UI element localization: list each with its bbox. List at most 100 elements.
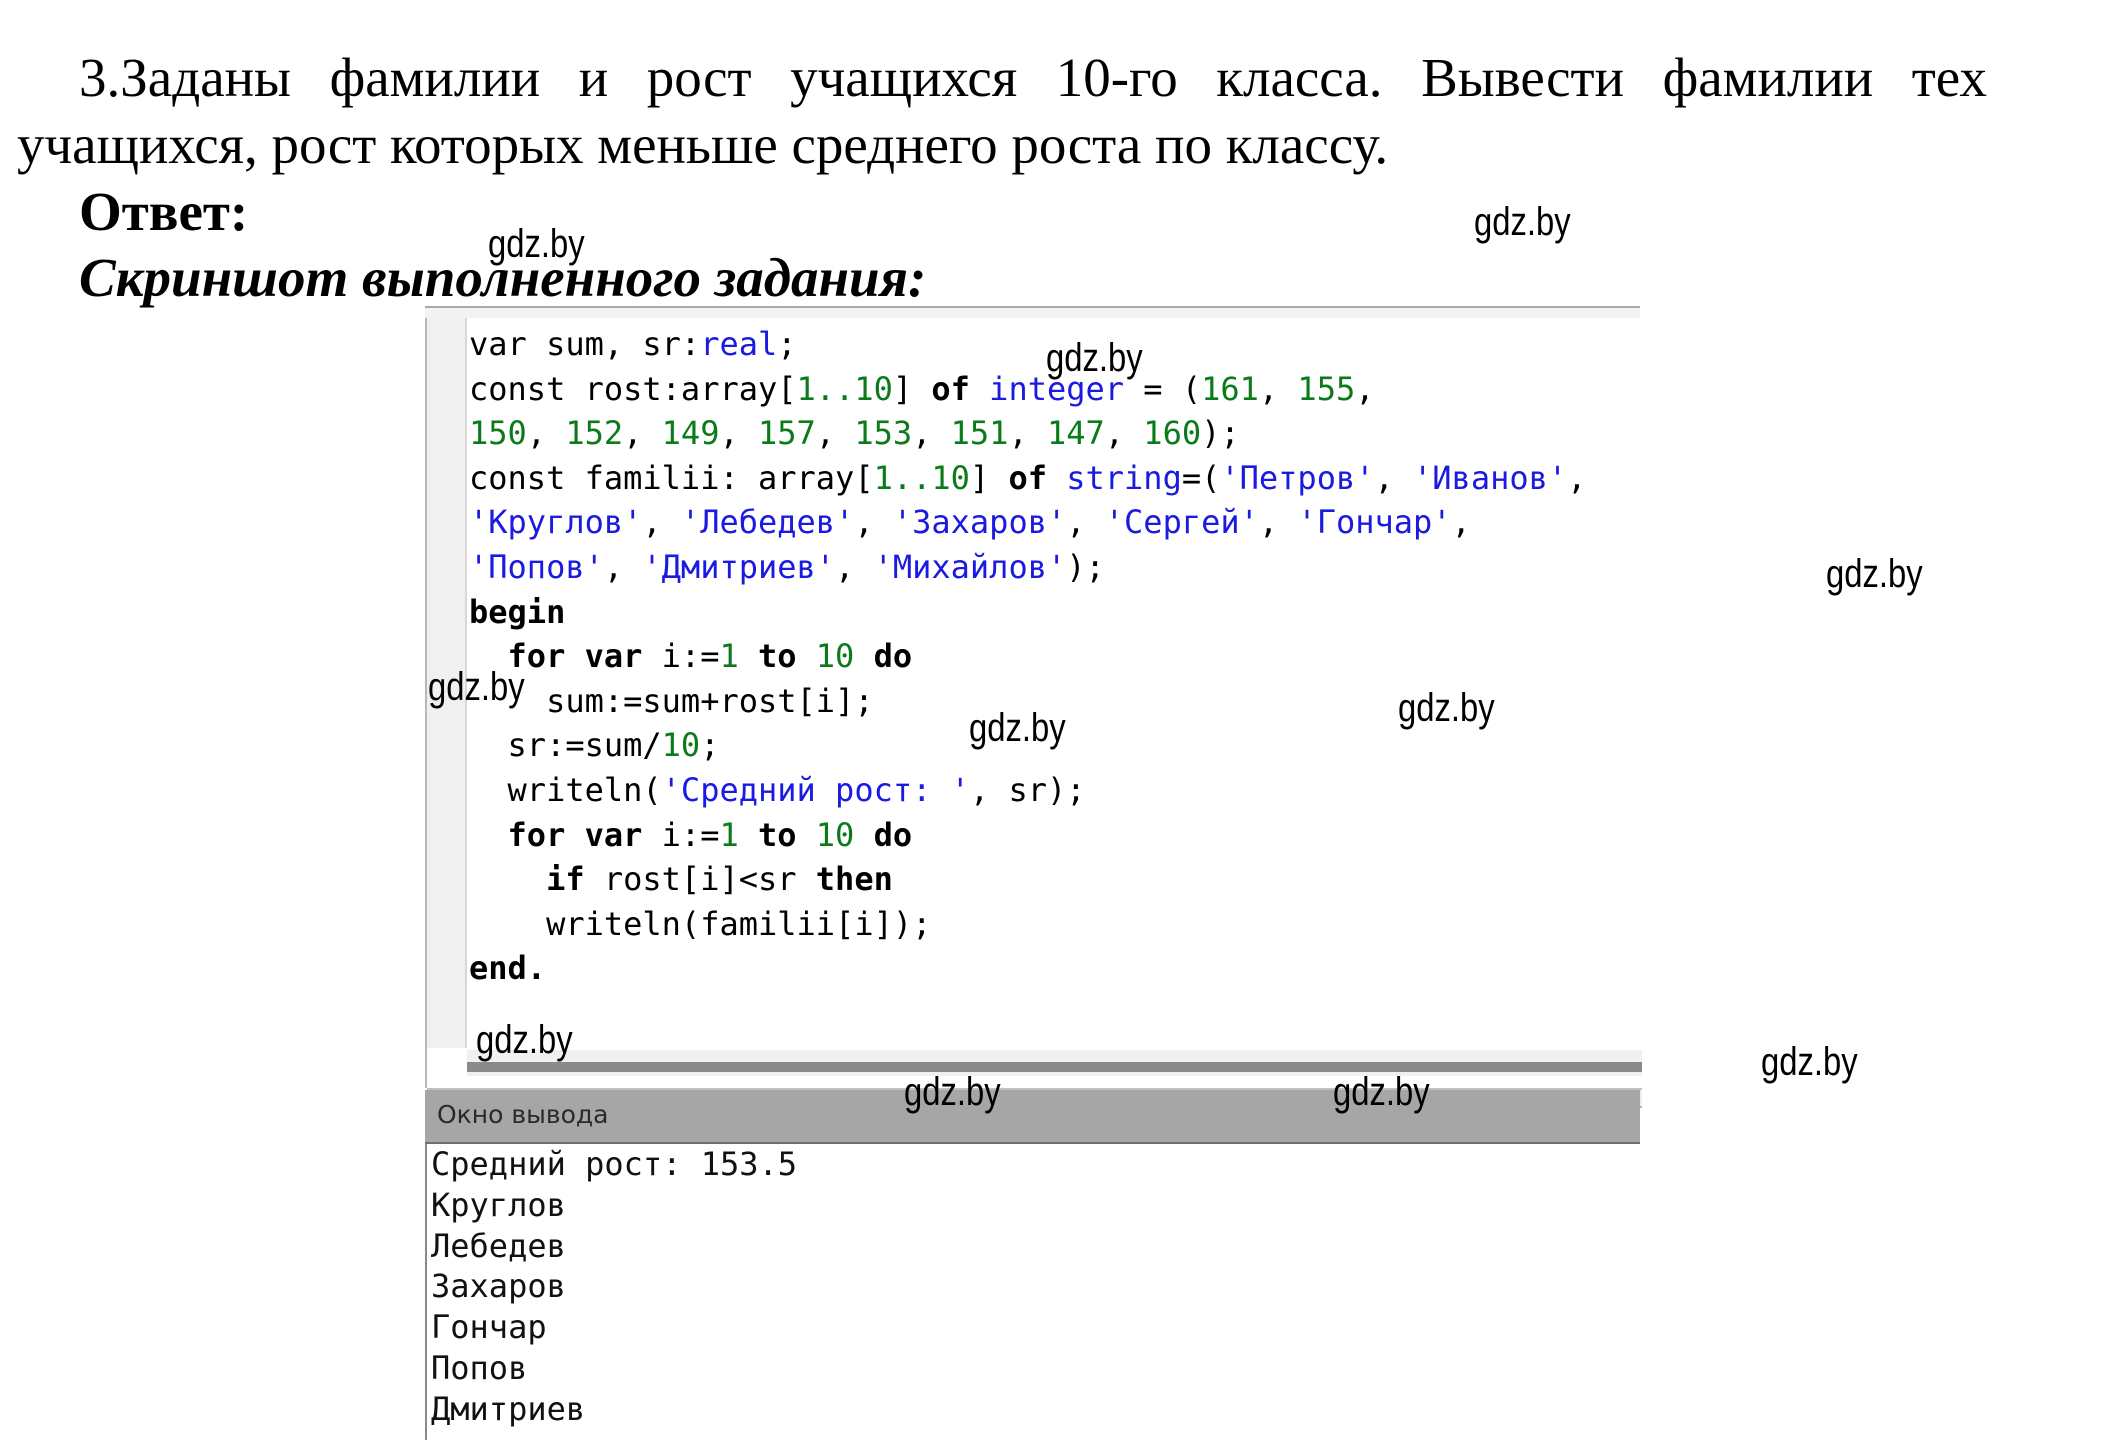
code-token-kw: then: [815, 860, 893, 899]
output-line: Средний рост: 153.5: [431, 1145, 798, 1183]
code-token: ,: [1451, 503, 1471, 542]
watermark: gdz.by: [428, 665, 525, 709]
code-token-num: 160: [1143, 414, 1202, 453]
code-line[interactable]: 'Круглов', 'Лебедев', 'Захаров', 'Сергей…: [469, 500, 1586, 545]
code-token: ;: [777, 325, 797, 363]
code-token-str: 'Сергей': [1104, 503, 1259, 542]
code-token-num: 1..10: [796, 369, 893, 408]
code-token: ,: [623, 414, 662, 453]
task-line-1: 3.Заданы фамилии и рост учащихся 10-го к…: [79, 47, 1987, 108]
code-token-num: 10: [815, 637, 855, 676]
code-line[interactable]: var sum, sr:real;: [469, 322, 1586, 367]
code-token-num: 147: [1046, 414, 1105, 453]
code-token-kw: end.: [469, 949, 547, 988]
code-token: ,: [854, 503, 893, 542]
code-token: ,: [1567, 458, 1587, 497]
horizontal-scrollbar-thumb[interactable]: [467, 1062, 1642, 1072]
watermark: gdz.by: [904, 1070, 1001, 1114]
code-token: writeln(: [469, 770, 662, 809]
output-window-title: Окно вывода: [437, 1100, 609, 1129]
code-line[interactable]: 150, 152, 149, 157, 153, 151, 147, 160);: [469, 411, 1586, 456]
code-token: ,: [1066, 503, 1105, 542]
code-token: ,: [1104, 414, 1144, 453]
code-token: ,: [1374, 458, 1414, 497]
code-token-str: 'Петров': [1220, 458, 1375, 497]
code-line[interactable]: writeln('Средний рост: ', sr);: [469, 768, 1586, 813]
code-token-num: 1: [719, 815, 739, 854]
output-window: Средний рост: 153.5 Круглов Лебедев Захаров…: [425, 1144, 1642, 1440]
code-token-kw: of: [1008, 458, 1047, 497]
code-token: var sum, sr:: [469, 325, 701, 363]
code-token-kw: do: [873, 637, 913, 676]
code-token-num: 155: [1297, 369, 1356, 408]
code-line[interactable]: 'Попов', 'Дмитриев', 'Михайлов');: [469, 545, 1586, 590]
code-token-num: 153: [854, 414, 913, 453]
code-token-num: 10: [815, 815, 855, 854]
watermark: gdz.by: [1333, 1070, 1430, 1114]
code-line[interactable]: const familii: array[1..10] of string=('…: [469, 456, 1586, 501]
code-token-kw: of: [931, 369, 970, 408]
code-area[interactable]: var sum, sr:real; const rost:array[1..10]…: [469, 322, 1586, 991]
code-token-kw: for var: [507, 815, 643, 854]
code-line[interactable]: begin: [469, 590, 1586, 635]
code-token-ty: string: [1066, 458, 1182, 497]
code-token: ,: [815, 414, 855, 453]
code-line[interactable]: writeln(familii[i]);: [469, 902, 1586, 947]
watermark: gdz.by: [488, 222, 585, 266]
code-token-kw: begin: [469, 592, 566, 631]
code-token: writeln(familii[i]);: [469, 904, 932, 943]
output-line: Попов: [431, 1348, 528, 1387]
code-token: const rost:array[: [469, 369, 797, 408]
watermark: gdz.by: [1826, 552, 1923, 596]
code-token-ty: real: [700, 325, 778, 363]
code-token-str: 'Круглов': [469, 503, 643, 542]
code-token-str: 'Михайлов': [873, 547, 1067, 586]
code-token-str: 'Гончар': [1297, 503, 1452, 542]
code-token: =(: [1181, 458, 1221, 497]
code-token-str: 'Дмитриев': [642, 547, 836, 586]
code-token-str: 'Иванов': [1413, 458, 1568, 497]
code-token-kw: to: [757, 815, 797, 854]
code-token: ,: [719, 414, 758, 453]
watermark: gdz.by: [969, 706, 1066, 750]
code-token-str: 'Средний рост: ': [661, 770, 970, 809]
code-token-num: 157: [757, 414, 816, 453]
code-line[interactable]: if rost[i]<sr then: [469, 857, 1586, 902]
code-token-str: 'Лебедев': [680, 503, 855, 542]
code-token-num: 150: [469, 414, 527, 453]
code-token-kw: do: [873, 815, 913, 854]
code-token-str: 'Захаров': [892, 503, 1067, 542]
code-token: ,: [1258, 369, 1298, 408]
output-line: Круглов: [431, 1185, 566, 1224]
code-token: ,: [1258, 503, 1298, 542]
code-line[interactable]: const rost:array[1..10] of integer = (16…: [469, 367, 1586, 412]
code-line[interactable]: for var i:=1 to 10 do: [469, 634, 1586, 679]
code-token-kw: to: [757, 637, 797, 676]
code-token-num: 1: [719, 637, 739, 676]
code-token: sr:=sum/: [469, 726, 662, 765]
output-line: Захаров: [431, 1267, 566, 1306]
code-line[interactable]: end.: [469, 946, 1586, 991]
watermark: gdz.by: [1474, 200, 1571, 244]
watermark: gdz.by: [1398, 686, 1495, 730]
code-token-num: 151: [950, 414, 1009, 453]
code-token-num: 10: [661, 726, 701, 765]
code-token: sum:=sum+rost[i];: [469, 681, 874, 720]
code-token: i:=: [642, 637, 720, 676]
code-token: const familii: array[: [469, 458, 874, 497]
code-token: ;: [700, 726, 720, 765]
code-line[interactable]: for var i:=1 to 10 do: [469, 813, 1586, 858]
output-line: Дмитриев: [431, 1389, 586, 1428]
code-token: i:=: [642, 815, 720, 854]
code-token-str: 'Попов': [469, 547, 604, 586]
code-token: );: [1066, 547, 1105, 586]
code-token: rost[i]<sr: [584, 860, 816, 899]
code-token-kw: for var: [507, 637, 643, 676]
